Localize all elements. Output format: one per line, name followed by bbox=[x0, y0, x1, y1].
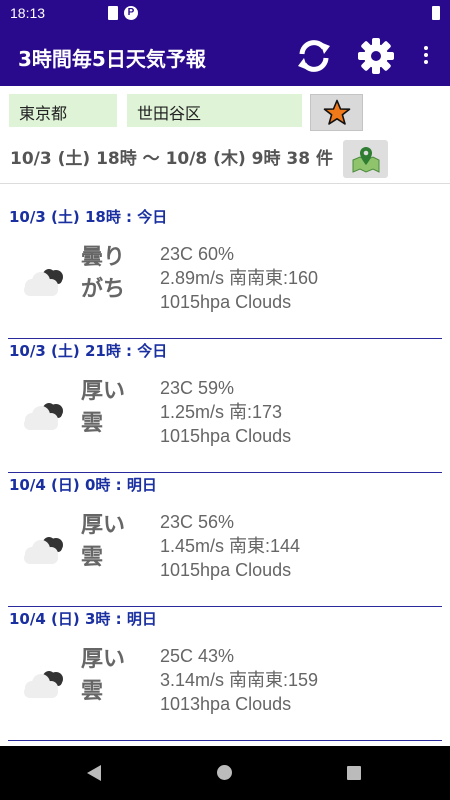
map-button[interactable] bbox=[343, 140, 388, 178]
forecast-condition: 厚い雲 bbox=[81, 379, 126, 436]
forecast-range-text: 10/3 (土) 18時 〜 10/8 (木) 9時 38 件 bbox=[10, 149, 333, 169]
settings-button[interactable] bbox=[356, 36, 396, 76]
settings-icon bbox=[358, 38, 394, 74]
refresh-icon bbox=[298, 40, 330, 72]
location-row: 東京都 世田谷区 bbox=[0, 94, 450, 131]
forecast-temp-humidity: 25C 43% bbox=[160, 646, 235, 666]
forecast-condition: 厚い雲 bbox=[81, 647, 126, 704]
cloud-icon bbox=[24, 269, 63, 296]
home-icon[interactable] bbox=[217, 765, 232, 780]
navigation-bar bbox=[0, 746, 450, 800]
status-notification-icons: P bbox=[108, 6, 138, 20]
forecast-temp-humidity: 23C 60% bbox=[160, 244, 235, 264]
app-title: 3時間毎5日天気予報 bbox=[18, 47, 206, 71]
prefecture-field[interactable]: 東京都 bbox=[9, 94, 117, 127]
cloud-icon bbox=[24, 537, 63, 564]
more-options-button[interactable] bbox=[406, 36, 446, 76]
forecast-item[interactable]: 10/4 (日) 0時 : 明日 厚い雲 23C 56% 1.45m/s 南東:… bbox=[0, 452, 450, 607]
forecast-datetime: 10/3 (土) 21時 : 今日 bbox=[9, 342, 168, 360]
forecast-pressure: 1013hpa Clouds bbox=[160, 694, 292, 714]
refresh-button[interactable] bbox=[294, 36, 334, 76]
status-bar: 18:13 P bbox=[0, 0, 450, 26]
forecast-wind: 1.25m/s 南:173 bbox=[160, 402, 283, 422]
forecast-pressure: 1015hpa Clouds bbox=[160, 560, 292, 580]
forecast-wind: 1.45m/s 南東:144 bbox=[160, 536, 301, 556]
forecast-temp-humidity: 23C 59% bbox=[160, 378, 235, 398]
forecast-item[interactable]: 10/4 (日) 3時 : 明日 厚い雲 25C 43% 3.14m/s 南南東… bbox=[0, 586, 450, 741]
forecast-details: 23C 56% 1.45m/s 南東:144 1015hpa Clouds bbox=[160, 510, 300, 582]
battery-icon bbox=[432, 6, 440, 20]
more-vert-icon bbox=[424, 46, 428, 66]
p-icon: P bbox=[124, 6, 138, 20]
forecast-pressure: 1015hpa Clouds bbox=[160, 292, 292, 312]
forecast-datetime: 10/4 (日) 3時 : 明日 bbox=[9, 610, 157, 628]
forecast-details: 25C 43% 3.14m/s 南南東:159 1013hpa Clouds bbox=[160, 644, 318, 716]
status-time: 18:13 bbox=[10, 5, 46, 21]
forecast-item[interactable]: 10/3 (土) 21時 : 今日 厚い雲 23C 59% 1.25m/s 南:… bbox=[0, 318, 450, 473]
ward-field[interactable]: 世田谷区 bbox=[127, 94, 302, 127]
forecast-pressure: 1015hpa Clouds bbox=[160, 426, 292, 446]
forecast-condition: 厚い雲 bbox=[81, 513, 126, 570]
favorite-button[interactable] bbox=[310, 94, 363, 131]
sd-card-icon bbox=[108, 6, 118, 20]
cloud-icon bbox=[24, 671, 63, 698]
entry-divider bbox=[8, 740, 442, 741]
forecast-condition: 曇りがち bbox=[81, 245, 126, 302]
forecast-item[interactable]: 10/3 (土) 18時 : 今日 曇りがち 23C 60% 2.89m/s 南… bbox=[0, 184, 450, 339]
map-pin-icon bbox=[352, 147, 380, 173]
forecast-details: 23C 60% 2.89m/s 南南東:160 1015hpa Clouds bbox=[160, 242, 318, 314]
forecast-datetime: 10/4 (日) 0時 : 明日 bbox=[9, 476, 157, 494]
date-range-row: 10/3 (土) 18時 〜 10/8 (木) 9時 38 件 bbox=[0, 140, 450, 180]
forecast-details: 23C 59% 1.25m/s 南:173 1015hpa Clouds bbox=[160, 376, 291, 448]
star-icon bbox=[323, 99, 351, 125]
forecast-wind: 3.14m/s 南南東:159 bbox=[160, 670, 319, 690]
forecast-list[interactable]: 10/3 (土) 18時 : 今日 曇りがち 23C 60% 2.89m/s 南… bbox=[0, 184, 450, 746]
recents-icon[interactable] bbox=[347, 766, 361, 780]
app-bar: 3時間毎5日天気予報 bbox=[0, 26, 450, 86]
forecast-wind: 2.89m/s 南南東:160 bbox=[160, 268, 319, 288]
cloud-icon bbox=[24, 403, 63, 430]
back-icon[interactable] bbox=[86, 764, 102, 782]
forecast-datetime: 10/3 (土) 18時 : 今日 bbox=[9, 208, 168, 226]
forecast-temp-humidity: 23C 56% bbox=[160, 512, 235, 532]
